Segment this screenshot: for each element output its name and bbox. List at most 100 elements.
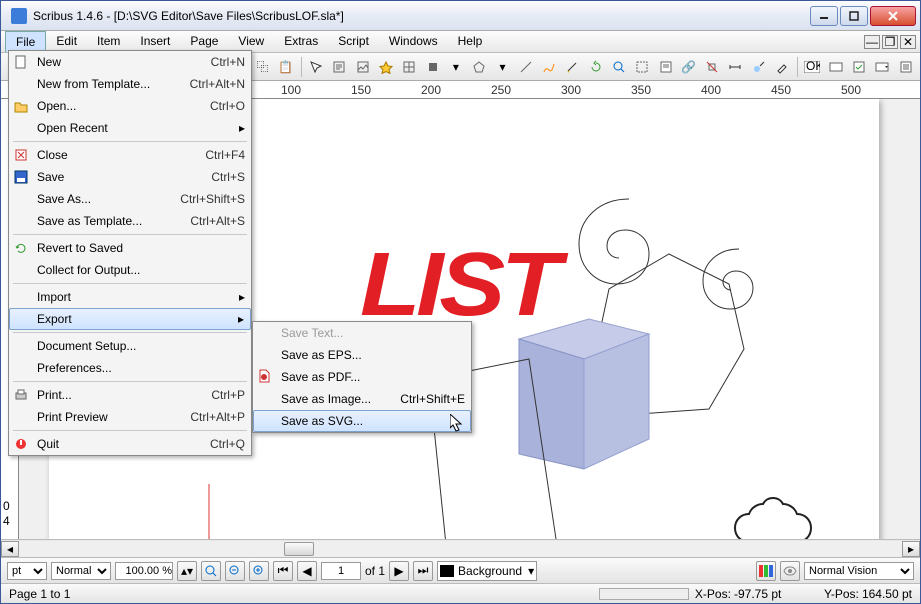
view-select[interactable]: Normal — [51, 562, 111, 580]
maximize-button[interactable] — [840, 6, 868, 26]
menu-new-from-template-[interactable]: New from Template...Ctrl+Alt+N — [9, 73, 251, 95]
close-icon — [13, 147, 29, 163]
textframe-icon[interactable] — [329, 56, 350, 78]
export-save-as-svg-[interactable]: Save as SVG... — [253, 410, 471, 432]
scroll-thumb[interactable] — [284, 542, 314, 556]
pdf-text-icon[interactable] — [825, 56, 846, 78]
menu-quit[interactable]: QuitCtrl+Q — [9, 433, 251, 455]
rotate-icon[interactable] — [585, 56, 606, 78]
close-button[interactable] — [870, 6, 916, 26]
rendertable-icon[interactable] — [375, 56, 396, 78]
paste-icon[interactable]: 📋 — [275, 56, 296, 78]
freehand-icon[interactable] — [562, 56, 583, 78]
cursor-icon — [450, 414, 466, 434]
mdi-restore-button[interactable]: ❐ — [882, 35, 898, 49]
menu-page[interactable]: Page — [180, 31, 228, 52]
scroll-right-icon[interactable]: ▸ — [902, 541, 920, 557]
next-page-icon[interactable]: ▶ — [389, 561, 409, 581]
page-number-input[interactable] — [321, 562, 361, 580]
menu-windows[interactable]: Windows — [379, 31, 448, 52]
h-scrollbar[interactable]: ◂ ▸ — [1, 539, 920, 557]
zoom-input[interactable] — [115, 562, 173, 580]
menu-save[interactable]: SaveCtrl+S — [9, 166, 251, 188]
zoom-icon[interactable] — [608, 56, 629, 78]
save-icon — [13, 169, 29, 185]
menu-document-setup-[interactable]: Document Setup... — [9, 335, 251, 357]
menu-new[interactable]: NewCtrl+N — [9, 51, 251, 73]
unit-select[interactable]: pt — [7, 562, 47, 580]
statusbar: pt Normal ▴▾ ⏮ ◀ of 1 ▶ ⏭ Background ▾ N… — [1, 557, 920, 583]
zoom-step-icon[interactable]: ▴▾ — [177, 561, 197, 581]
new-icon — [13, 54, 29, 70]
imageframe-icon[interactable] — [352, 56, 373, 78]
chevron-down-icon[interactable]: ▾ — [445, 56, 466, 78]
menu-script[interactable]: Script — [328, 31, 379, 52]
pdf-list-icon[interactable] — [895, 56, 916, 78]
mdi-minimize-button[interactable]: — — [864, 35, 880, 49]
menu-extras[interactable]: Extras — [274, 31, 328, 52]
menu-open-[interactable]: Open...Ctrl+O — [9, 95, 251, 117]
menu-collect-for-output-[interactable]: Collect for Output... — [9, 259, 251, 281]
menu-view[interactable]: View — [228, 31, 274, 52]
scroll-left-icon[interactable]: ◂ — [1, 541, 19, 557]
xpos-label: X-Pos: — [695, 587, 731, 601]
menu-save-as-[interactable]: Save As...Ctrl+Shift+S — [9, 188, 251, 210]
menu-import[interactable]: Import▸ — [9, 286, 251, 308]
edit-content-icon[interactable] — [632, 56, 653, 78]
copyprops-icon[interactable] — [748, 56, 769, 78]
menu-print-[interactable]: Print...Ctrl+P — [9, 384, 251, 406]
shape-icon[interactable] — [422, 56, 443, 78]
menu-item[interactable]: Item — [87, 31, 130, 52]
vision-select[interactable]: Normal Vision — [804, 562, 914, 580]
window-title: Scribus 1.4.6 - [D:\SVG Editor\Save File… — [33, 9, 810, 23]
export-save-as-image-[interactable]: Save as Image...Ctrl+Shift+E — [253, 388, 471, 410]
app-icon — [11, 8, 27, 24]
menu-insert[interactable]: Insert — [130, 31, 180, 52]
polygon-icon[interactable] — [469, 56, 490, 78]
pdf-combo-icon[interactable] — [872, 56, 893, 78]
menu-close[interactable]: CloseCtrl+F4 — [9, 144, 251, 166]
prev-page-icon[interactable]: ◀ — [297, 561, 317, 581]
minimize-button[interactable] — [810, 6, 838, 26]
menu-preferences-[interactable]: Preferences... — [9, 357, 251, 379]
pdf-button-icon[interactable]: OK — [802, 56, 823, 78]
menu-export[interactable]: Export▸ — [9, 308, 251, 330]
xpos-value: -97.75 pt — [734, 587, 804, 601]
menu-revert-to-saved[interactable]: Revert to Saved — [9, 237, 251, 259]
titlebar: Scribus 1.4.6 - [D:\SVG Editor\Save File… — [1, 1, 920, 31]
menu-save-as-template-[interactable]: Save as Template...Ctrl+Alt+S — [9, 210, 251, 232]
cms-icon[interactable] — [756, 561, 776, 581]
svg-text:OK: OK — [806, 61, 820, 73]
storyeditor-icon[interactable] — [655, 56, 676, 78]
chevron-down-icon[interactable]: ▾ — [492, 56, 513, 78]
zoom-in-icon[interactable] — [249, 561, 269, 581]
file-dropdown: NewCtrl+NNew from Template...Ctrl+Alt+NO… — [8, 50, 252, 456]
layer-select[interactable]: Background ▾ — [437, 561, 537, 581]
pdf-check-icon[interactable] — [848, 56, 869, 78]
zoom-out-icon[interactable] — [225, 561, 245, 581]
measure-icon[interactable] — [725, 56, 746, 78]
last-page-icon[interactable]: ⏭ — [413, 561, 433, 581]
menu-print-preview[interactable]: Print PreviewCtrl+Alt+P — [9, 406, 251, 428]
preview-icon[interactable] — [780, 561, 800, 581]
line-icon[interactable] — [515, 56, 536, 78]
linkframes-icon[interactable]: 🔗 — [678, 56, 699, 78]
export-save-as-eps-[interactable]: Save as EPS... — [253, 344, 471, 366]
copy-icon[interactable]: ⿻ — [252, 56, 273, 78]
eyedropper-icon[interactable] — [771, 56, 792, 78]
export-save-as-pdf-[interactable]: Save as PDF... — [253, 366, 471, 388]
export-submenu: Save Text...Save as EPS...Save as PDF...… — [252, 321, 472, 433]
export-save-text-: Save Text... — [253, 322, 471, 344]
menu-edit[interactable]: Edit — [46, 31, 87, 52]
menu-open-recent[interactable]: Open Recent▸ — [9, 117, 251, 139]
first-page-icon[interactable]: ⏮ — [273, 561, 293, 581]
revert-icon — [13, 240, 29, 256]
unlinkframes-icon[interactable] — [702, 56, 723, 78]
menu-file[interactable]: File — [5, 31, 46, 52]
zoom-1-icon[interactable] — [201, 561, 221, 581]
select-icon[interactable] — [305, 56, 326, 78]
menu-help[interactable]: Help — [448, 31, 493, 52]
bezier-icon[interactable] — [538, 56, 559, 78]
table-icon[interactable] — [399, 56, 420, 78]
mdi-close-button[interactable]: ✕ — [900, 35, 916, 49]
